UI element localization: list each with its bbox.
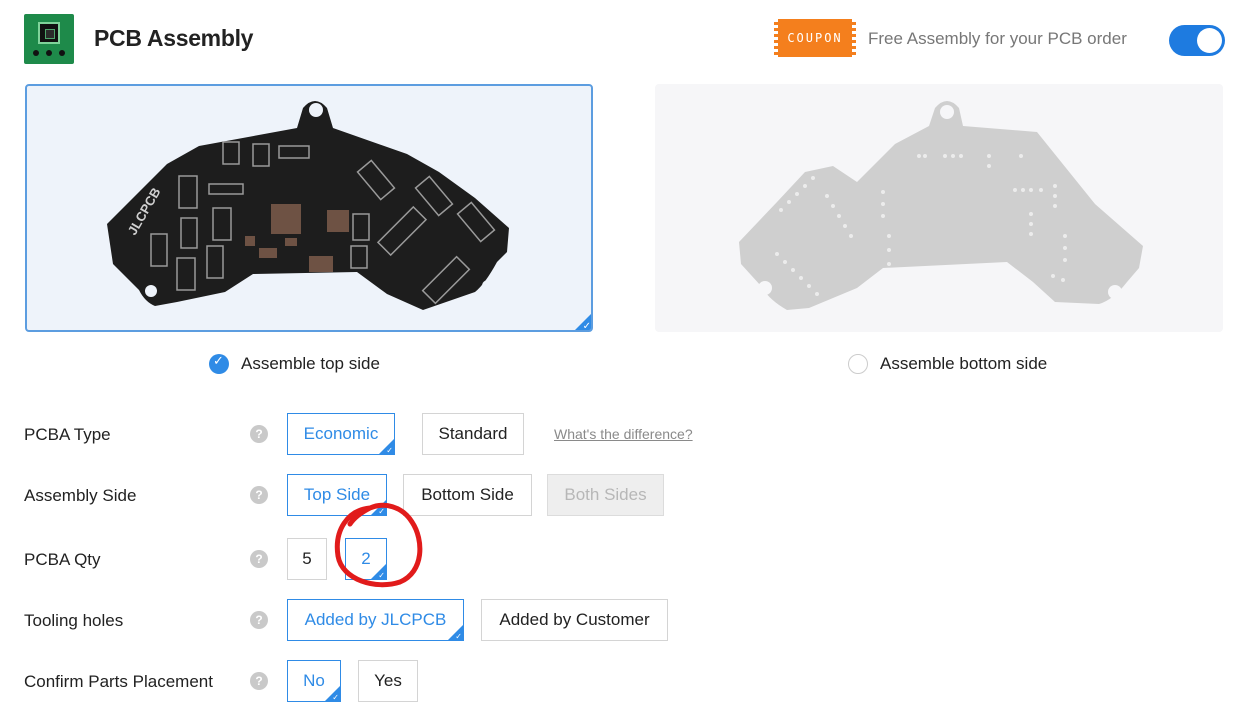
tooling-holes-customer-label: Added by Customer (499, 610, 650, 629)
selected-check-icon (371, 500, 386, 515)
selected-check-icon (448, 625, 463, 640)
assembly-side-both-button: Both Sides (547, 474, 664, 516)
pcba-type-standard-label: Standard (438, 424, 508, 443)
pcba-type-economic-label: Economic (303, 424, 379, 443)
assemble-top-side-option[interactable]: Assemble top side (209, 352, 380, 376)
tooling-holes-jlcpcb-label: Added by JLCPCB (304, 610, 447, 629)
help-icon[interactable]: ? (250, 550, 268, 568)
tooling-holes-row: Tooling holes ? Added by JLCPCB Added by… (24, 599, 1224, 641)
toggle-knob (1197, 28, 1222, 53)
selected-corner-check-icon (574, 313, 591, 330)
assembly-side-top-label: Top Side (303, 485, 371, 504)
selected-check-icon (379, 439, 394, 454)
page-header: PCB Assembly COUPON Free Assembly for yo… (24, 14, 1225, 66)
assembly-side-both-label: Both Sides (564, 485, 647, 504)
tooling-holes-label: Tooling holes (24, 611, 124, 630)
pcba-qty-label: PCBA Qty (24, 550, 101, 569)
pcba-qty-2-button[interactable]: 2 (345, 538, 387, 580)
pcb-chip-icon (24, 14, 74, 64)
radio-unchecked-icon[interactable] (848, 354, 868, 374)
pcba-qty-5-button[interactable]: 5 (287, 538, 327, 580)
assembly-side-bottom-label: Bottom Side (421, 485, 514, 504)
pcba-type-economic-button[interactable]: Economic (287, 413, 395, 455)
pcba-type-standard-button[interactable]: Standard (422, 413, 524, 455)
pcb-top-image: JLCPCB (107, 101, 509, 310)
selected-check-icon (325, 686, 340, 701)
selected-check-icon (371, 564, 386, 579)
radio-checked-icon[interactable] (209, 354, 229, 374)
pcba-type-label: PCBA Type (24, 425, 111, 444)
coupon-text: Free Assembly for your PCB order (868, 29, 1127, 48)
coupon-badge-icon: COUPON (774, 19, 856, 57)
confirm-parts-no-label: No (303, 671, 325, 690)
confirm-parts-row: Confirm Parts Placement ? No Yes (24, 660, 1224, 702)
whats-the-difference-link[interactable]: What's the difference? (554, 426, 693, 442)
assemble-top-side-label: Assemble top side (241, 354, 380, 373)
assembly-side-row: Assembly Side ? Top Side Bottom Side Bot… (24, 474, 1224, 516)
help-icon[interactable]: ? (250, 486, 268, 504)
board-preview-bottom[interactable] (655, 84, 1223, 332)
free-assembly-toggle[interactable] (1169, 25, 1225, 56)
help-icon[interactable]: ? (250, 425, 268, 443)
pcba-qty-2-label: 2 (361, 549, 371, 568)
confirm-parts-yes-label: Yes (374, 671, 402, 690)
pcba-qty-row: PCBA Qty ? 5 2 (24, 538, 1224, 580)
pcba-type-row: PCBA Type ? Economic Standard What's the… (24, 413, 1224, 455)
assemble-bottom-side-label: Assemble bottom side (880, 354, 1048, 373)
assembly-side-bottom-button[interactable]: Bottom Side (403, 474, 532, 516)
tooling-holes-customer-button[interactable]: Added by Customer (481, 599, 668, 641)
pcb-bottom-image (739, 101, 1143, 310)
page-title: PCB Assembly (94, 25, 254, 51)
assembly-side-top-button[interactable]: Top Side (287, 474, 387, 516)
board-preview-top[interactable]: JLCPCB (25, 84, 593, 332)
help-icon[interactable]: ? (250, 611, 268, 629)
assembly-side-label: Assembly Side (24, 486, 137, 505)
confirm-parts-label: Confirm Parts Placement (24, 672, 213, 691)
help-icon[interactable]: ? (250, 672, 268, 690)
pcba-qty-5-label: 5 (302, 549, 312, 568)
tooling-holes-jlcpcb-button[interactable]: Added by JLCPCB (287, 599, 464, 641)
confirm-parts-no-button[interactable]: No (287, 660, 341, 702)
assemble-bottom-side-option[interactable]: Assemble bottom side (848, 352, 1047, 376)
confirm-parts-yes-button[interactable]: Yes (358, 660, 418, 702)
